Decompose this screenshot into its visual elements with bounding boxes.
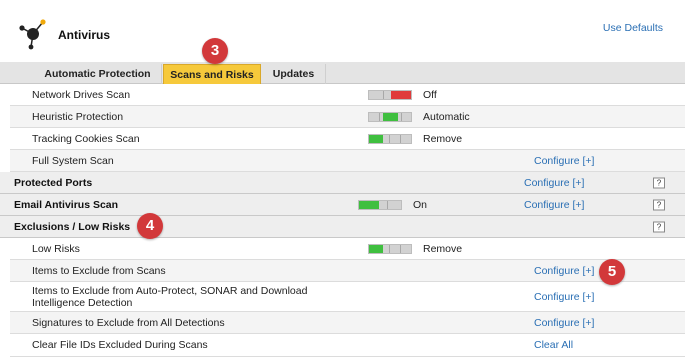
toggle-divider xyxy=(400,244,401,253)
settings-row-heuristic-protection: Heuristic Protection Automatic xyxy=(10,106,685,128)
setting-label: Signatures to Exclude from All Detection… xyxy=(32,316,225,329)
network-drives-toggle[interactable] xyxy=(368,89,412,100)
setting-label-line-2: Intelligence Detection xyxy=(32,296,133,309)
section-label: Exclusions / Low Risks xyxy=(14,220,131,233)
settings-row-items-exclude-auto-protect: Items to Exclude from Auto-Protect, SONA… xyxy=(10,282,685,312)
section-exclusions-low-risks: Exclusions / Low Risks ? xyxy=(0,216,685,238)
toggle-thumb-on xyxy=(383,112,398,121)
setting-label: Low Risks xyxy=(32,242,80,255)
annotation-badge-5: 5 xyxy=(599,259,625,285)
toggle-divider xyxy=(383,90,384,99)
section-label: Protected Ports xyxy=(14,176,93,189)
setting-label: Clear File IDs Excluded During Scans xyxy=(32,339,208,351)
toggle-divider xyxy=(389,134,390,143)
toggle-divider xyxy=(389,244,390,253)
tab-updates[interactable]: Updates xyxy=(262,64,326,84)
toggle-thumb-on xyxy=(369,134,383,143)
setting-label: Network Drives Scan xyxy=(32,88,131,101)
settings-row-clear-file-ids: Clear File IDs Excluded During Scans Cle… xyxy=(10,334,685,357)
settings-row-full-system-scan: Full System Scan Configure [+] xyxy=(10,150,685,172)
heuristic-toggle[interactable] xyxy=(368,111,412,122)
annotation-badge-4: 4 xyxy=(137,213,163,239)
full-system-scan-configure-link[interactable]: Configure [+] xyxy=(534,155,594,167)
toggle-divider xyxy=(379,112,380,121)
settings-panel: Network Drives Scan Off Heuristic Protec… xyxy=(0,84,685,357)
section-email-antivirus-scan: Email Antivirus Scan On Configure [+] ? xyxy=(0,194,685,216)
setting-label: Items to Exclude from Scans xyxy=(32,264,166,277)
help-icon[interactable]: ? xyxy=(653,221,665,232)
setting-label: Tracking Cookies Scan xyxy=(32,132,140,145)
setting-state: On xyxy=(413,198,428,211)
settings-row-items-to-exclude: Items to Exclude from Scans Configure [+… xyxy=(10,260,685,282)
page-title: Antivirus xyxy=(58,28,111,42)
tab-scans-and-risks[interactable]: Scans and Risks xyxy=(163,64,261,84)
annotation-badge-3: 3 xyxy=(202,38,228,64)
clear-all-link[interactable]: Clear All xyxy=(534,339,573,351)
setting-state: Automatic xyxy=(423,110,470,123)
items-exclude-configure-link[interactable]: Configure [+] xyxy=(534,265,594,277)
toggle-thumb-on xyxy=(369,244,383,253)
setting-label: Full System Scan xyxy=(32,154,114,167)
tracking-cookies-toggle[interactable] xyxy=(368,133,412,144)
section-label: Email Antivirus Scan xyxy=(14,198,119,211)
tab-automatic-protection[interactable]: Automatic Protection xyxy=(34,64,162,84)
signatures-configure-link[interactable]: Configure [+] xyxy=(534,317,594,329)
setting-label-line-1: Items to Exclude from Auto-Protect, SONA… xyxy=(32,284,308,297)
setting-label: Items to Exclude from Auto-Protect, SONA… xyxy=(32,285,307,309)
app-header: Antivirus Use Defaults xyxy=(0,0,685,62)
protected-ports-configure-link[interactable]: Configure [+] xyxy=(524,177,584,189)
help-icon[interactable]: ? xyxy=(653,177,665,188)
settings-row-low-risks: Low Risks Remove xyxy=(10,238,685,260)
setting-state: Off xyxy=(423,88,437,101)
antivirus-logo-icon xyxy=(19,19,46,50)
toggle-divider xyxy=(401,112,402,121)
settings-row-signatures-exclude: Signatures to Exclude from All Detection… xyxy=(10,312,685,334)
section-protected-ports: Protected Ports Configure [+] ? xyxy=(0,172,685,194)
help-icon[interactable]: ? xyxy=(653,199,665,210)
toggle-divider xyxy=(400,134,401,143)
setting-state: Remove xyxy=(423,242,463,255)
low-risks-toggle[interactable] xyxy=(368,243,412,254)
settings-row-tracking-cookies-scan: Tracking Cookies Scan Remove xyxy=(10,128,685,150)
toggle-thumb-on xyxy=(359,200,379,209)
settings-row-network-drives-scan: Network Drives Scan Off xyxy=(10,84,685,106)
email-scan-toggle[interactable] xyxy=(358,199,402,210)
setting-label: Heuristic Protection xyxy=(32,110,124,123)
items-exclude-auto-configure-link[interactable]: Configure [+] xyxy=(534,291,594,303)
setting-state: Remove xyxy=(423,132,463,145)
toggle-thumb-off xyxy=(391,90,411,99)
tab-bar: Automatic Protection Scans and Risks Upd… xyxy=(0,62,685,84)
toggle-divider xyxy=(387,200,388,209)
email-scan-configure-link[interactable]: Configure [+] xyxy=(524,199,584,211)
use-defaults-link[interactable]: Use Defaults xyxy=(603,22,663,34)
